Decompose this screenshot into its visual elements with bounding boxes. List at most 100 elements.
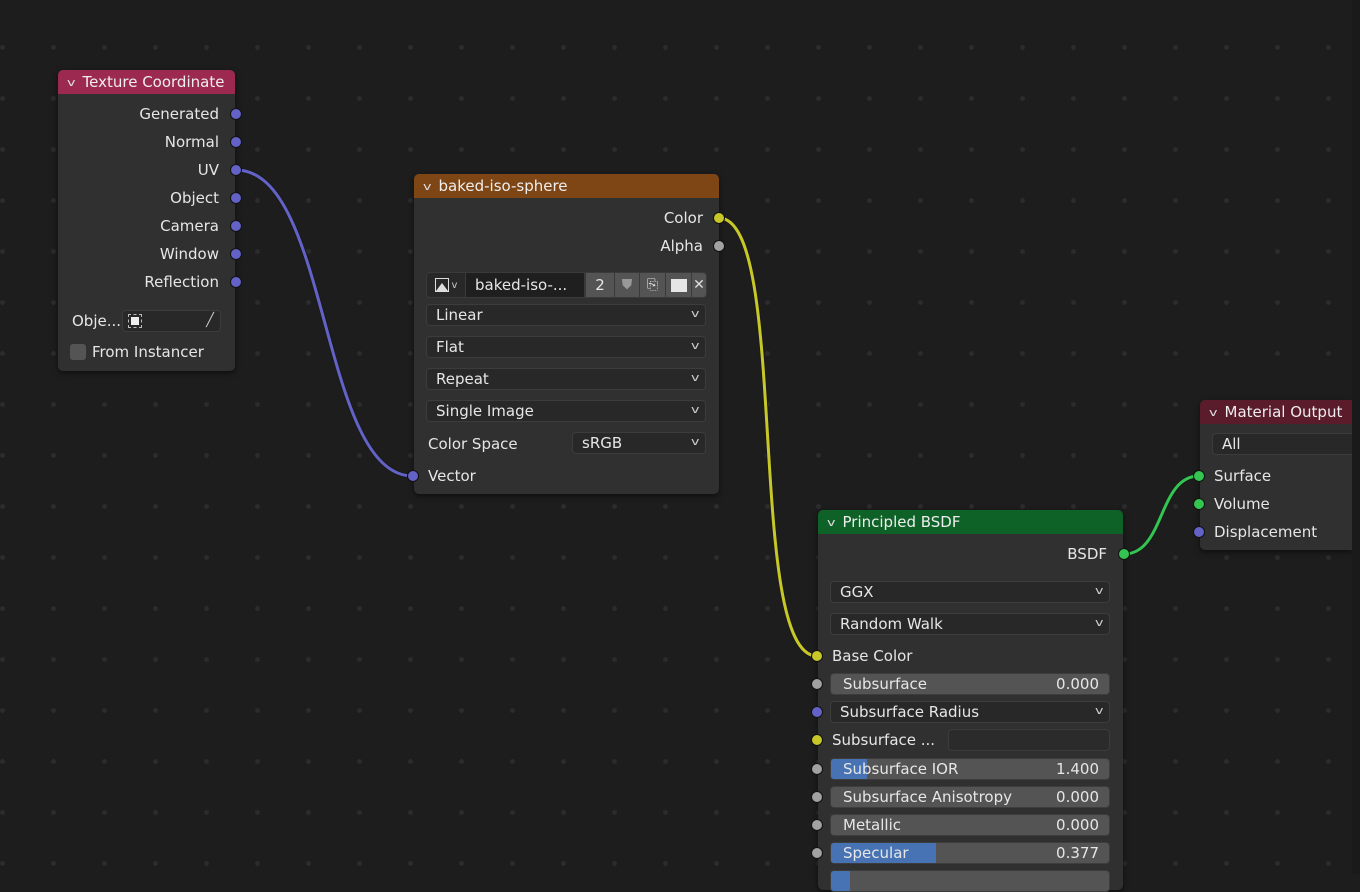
link-bsdf-to-surface[interactable]	[1123, 473, 1200, 557]
slider-label: Subsurface IOR	[843, 760, 959, 778]
socket-uv[interactable]	[231, 165, 241, 175]
subsurface-radius-dropdown[interactable]: Subsurface Radius v	[830, 701, 1110, 723]
socket-label: Reflection	[144, 273, 219, 291]
image-browse-button[interactable]: v	[427, 273, 465, 297]
output-alpha: Alpha	[660, 232, 703, 260]
color-space-dropdown[interactable]: sRGB v	[572, 432, 706, 454]
eyedropper-icon[interactable]: ╱	[206, 313, 214, 328]
node-title: Texture Coordinate	[82, 73, 225, 91]
input-volume: Volume	[1214, 490, 1270, 518]
subsurface-anisotropy-slider[interactable]: Subsurface Anisotropy 0.000	[830, 786, 1110, 808]
dropdown-value: Flat	[436, 338, 464, 356]
open-image-button[interactable]	[666, 273, 691, 297]
socket-surface[interactable]	[1194, 471, 1204, 481]
dropdown-value: GGX	[840, 583, 874, 601]
node-header[interactable]: v baked-iso-sphere	[414, 174, 719, 198]
socket-generated[interactable]	[231, 109, 241, 119]
socket-label: Base Color	[832, 647, 913, 665]
socket-alpha[interactable]	[714, 241, 724, 251]
output-object: Object	[170, 184, 219, 212]
link-color-to-base-color[interactable]	[718, 216, 818, 658]
principled-bsdf-node[interactable]: v Principled BSDF BSDF GGX v Random Walk…	[818, 510, 1123, 892]
socket-volume[interactable]	[1194, 499, 1204, 509]
interpolation-dropdown[interactable]: Linear v	[426, 304, 706, 326]
texture-coordinate-node[interactable]: v Texture Coordinate Generated Normal UV…	[58, 70, 235, 371]
chevron-down-icon: v	[691, 371, 700, 384]
socket-label: Generated	[139, 105, 219, 123]
link-uv-to-vector[interactable]	[235, 167, 414, 479]
specular-slider[interactable]: Specular 0.377	[830, 842, 1110, 864]
specular-tint-slider[interactable]	[830, 870, 1110, 892]
socket-subsurface-ior[interactable]	[812, 764, 822, 774]
subsurface-ior-slider[interactable]: Subsurface IOR 1.400	[830, 758, 1110, 780]
socket-subsurface[interactable]	[812, 679, 822, 689]
socket-reflection[interactable]	[231, 277, 241, 287]
object-field[interactable]: ╱	[122, 310, 221, 332]
user-count-button[interactable]: 2	[586, 273, 614, 297]
dropdown-value: Subsurface Radius	[840, 703, 980, 721]
socket-displacement[interactable]	[1194, 527, 1204, 537]
collapse-chevron-icon[interactable]: v	[423, 180, 431, 193]
socket-base-color[interactable]	[812, 651, 822, 661]
socket-subsurface-radius[interactable]	[812, 707, 822, 717]
node-header[interactable]: v Texture Coordinate	[58, 70, 235, 94]
socket-specular[interactable]	[812, 848, 822, 858]
image-name-field[interactable]: baked-iso-...	[466, 273, 584, 297]
subsurface-method-dropdown[interactable]: Random Walk v	[830, 613, 1110, 635]
subsurface-slider[interactable]: Subsurface 0.000	[830, 673, 1110, 695]
image-icon	[434, 278, 449, 292]
collapse-chevron-icon[interactable]: v	[1209, 406, 1217, 419]
socket-label: Camera	[160, 217, 219, 235]
slider-value: 0.377	[1056, 844, 1099, 862]
link-uv-to-vector[interactable]	[235, 168, 414, 478]
unlink-image-button[interactable]: ✕	[692, 273, 706, 297]
link-bsdf-to-surface[interactable]	[1123, 474, 1200, 556]
socket-subsurface-anisotropy[interactable]	[812, 792, 822, 802]
socket-metallic[interactable]	[812, 820, 822, 830]
collapse-chevron-icon[interactable]: v	[827, 516, 835, 529]
output-window: Window	[160, 240, 219, 268]
node-header[interactable]: v Material Output	[1200, 400, 1352, 424]
dropdown-value: Single Image	[436, 402, 534, 420]
socket-object[interactable]	[231, 193, 241, 203]
socket-vector[interactable]	[408, 471, 418, 481]
extension-dropdown[interactable]: Repeat v	[426, 368, 706, 390]
object-label: Obje...	[72, 312, 122, 330]
node-title: Principled BSDF	[842, 513, 961, 531]
socket-color[interactable]	[714, 213, 724, 223]
chevron-down-icon: v	[691, 339, 700, 352]
checkbox[interactable]	[70, 344, 86, 360]
socket-subsurface-color[interactable]	[812, 735, 822, 745]
dropdown-value: sRGB	[582, 434, 623, 452]
chevron-down-icon: v	[1095, 616, 1104, 629]
slider-label: Subsurface Anisotropy	[843, 788, 1012, 806]
metallic-slider[interactable]: Metallic 0.000	[830, 814, 1110, 836]
socket-bsdf[interactable]	[1119, 549, 1129, 559]
dropdown-value: Repeat	[436, 370, 489, 388]
from-instancer-checkbox[interactable]: From Instancer	[70, 338, 204, 366]
socket-label: Subsurface ...	[832, 731, 936, 749]
color-space-label: Color Space	[428, 435, 518, 453]
distribution-dropdown[interactable]: GGX v	[830, 581, 1110, 603]
socket-label: Color	[663, 209, 703, 227]
material-output-node[interactable]: v Material Output All Surface Volume Dis…	[1200, 400, 1360, 550]
projection-dropdown[interactable]: Flat v	[426, 336, 706, 358]
close-icon: ✕	[693, 277, 705, 293]
link-color-to-base-color[interactable]	[718, 215, 818, 659]
new-image-button[interactable]: ⎘	[640, 273, 665, 297]
node-header[interactable]: v Principled BSDF	[818, 510, 1123, 534]
slider-value: 0.000	[1056, 788, 1099, 806]
slider-value: 1.400	[1056, 760, 1099, 778]
socket-normal[interactable]	[231, 137, 241, 147]
socket-label: Alpha	[660, 237, 703, 255]
target-dropdown[interactable]: All	[1212, 433, 1360, 455]
socket-window[interactable]	[231, 249, 241, 259]
slider-label: Specular	[843, 844, 909, 862]
collapse-chevron-icon[interactable]: v	[67, 76, 75, 89]
subsurface-color-swatch[interactable]	[948, 729, 1110, 751]
source-dropdown[interactable]: Single Image v	[426, 400, 706, 422]
socket-camera[interactable]	[231, 221, 241, 231]
slider-fill	[831, 871, 851, 891]
fake-user-button[interactable]: ⛊	[615, 273, 639, 297]
image-texture-node[interactable]: v baked-iso-sphere Color Alpha v baked-i…	[414, 174, 719, 494]
